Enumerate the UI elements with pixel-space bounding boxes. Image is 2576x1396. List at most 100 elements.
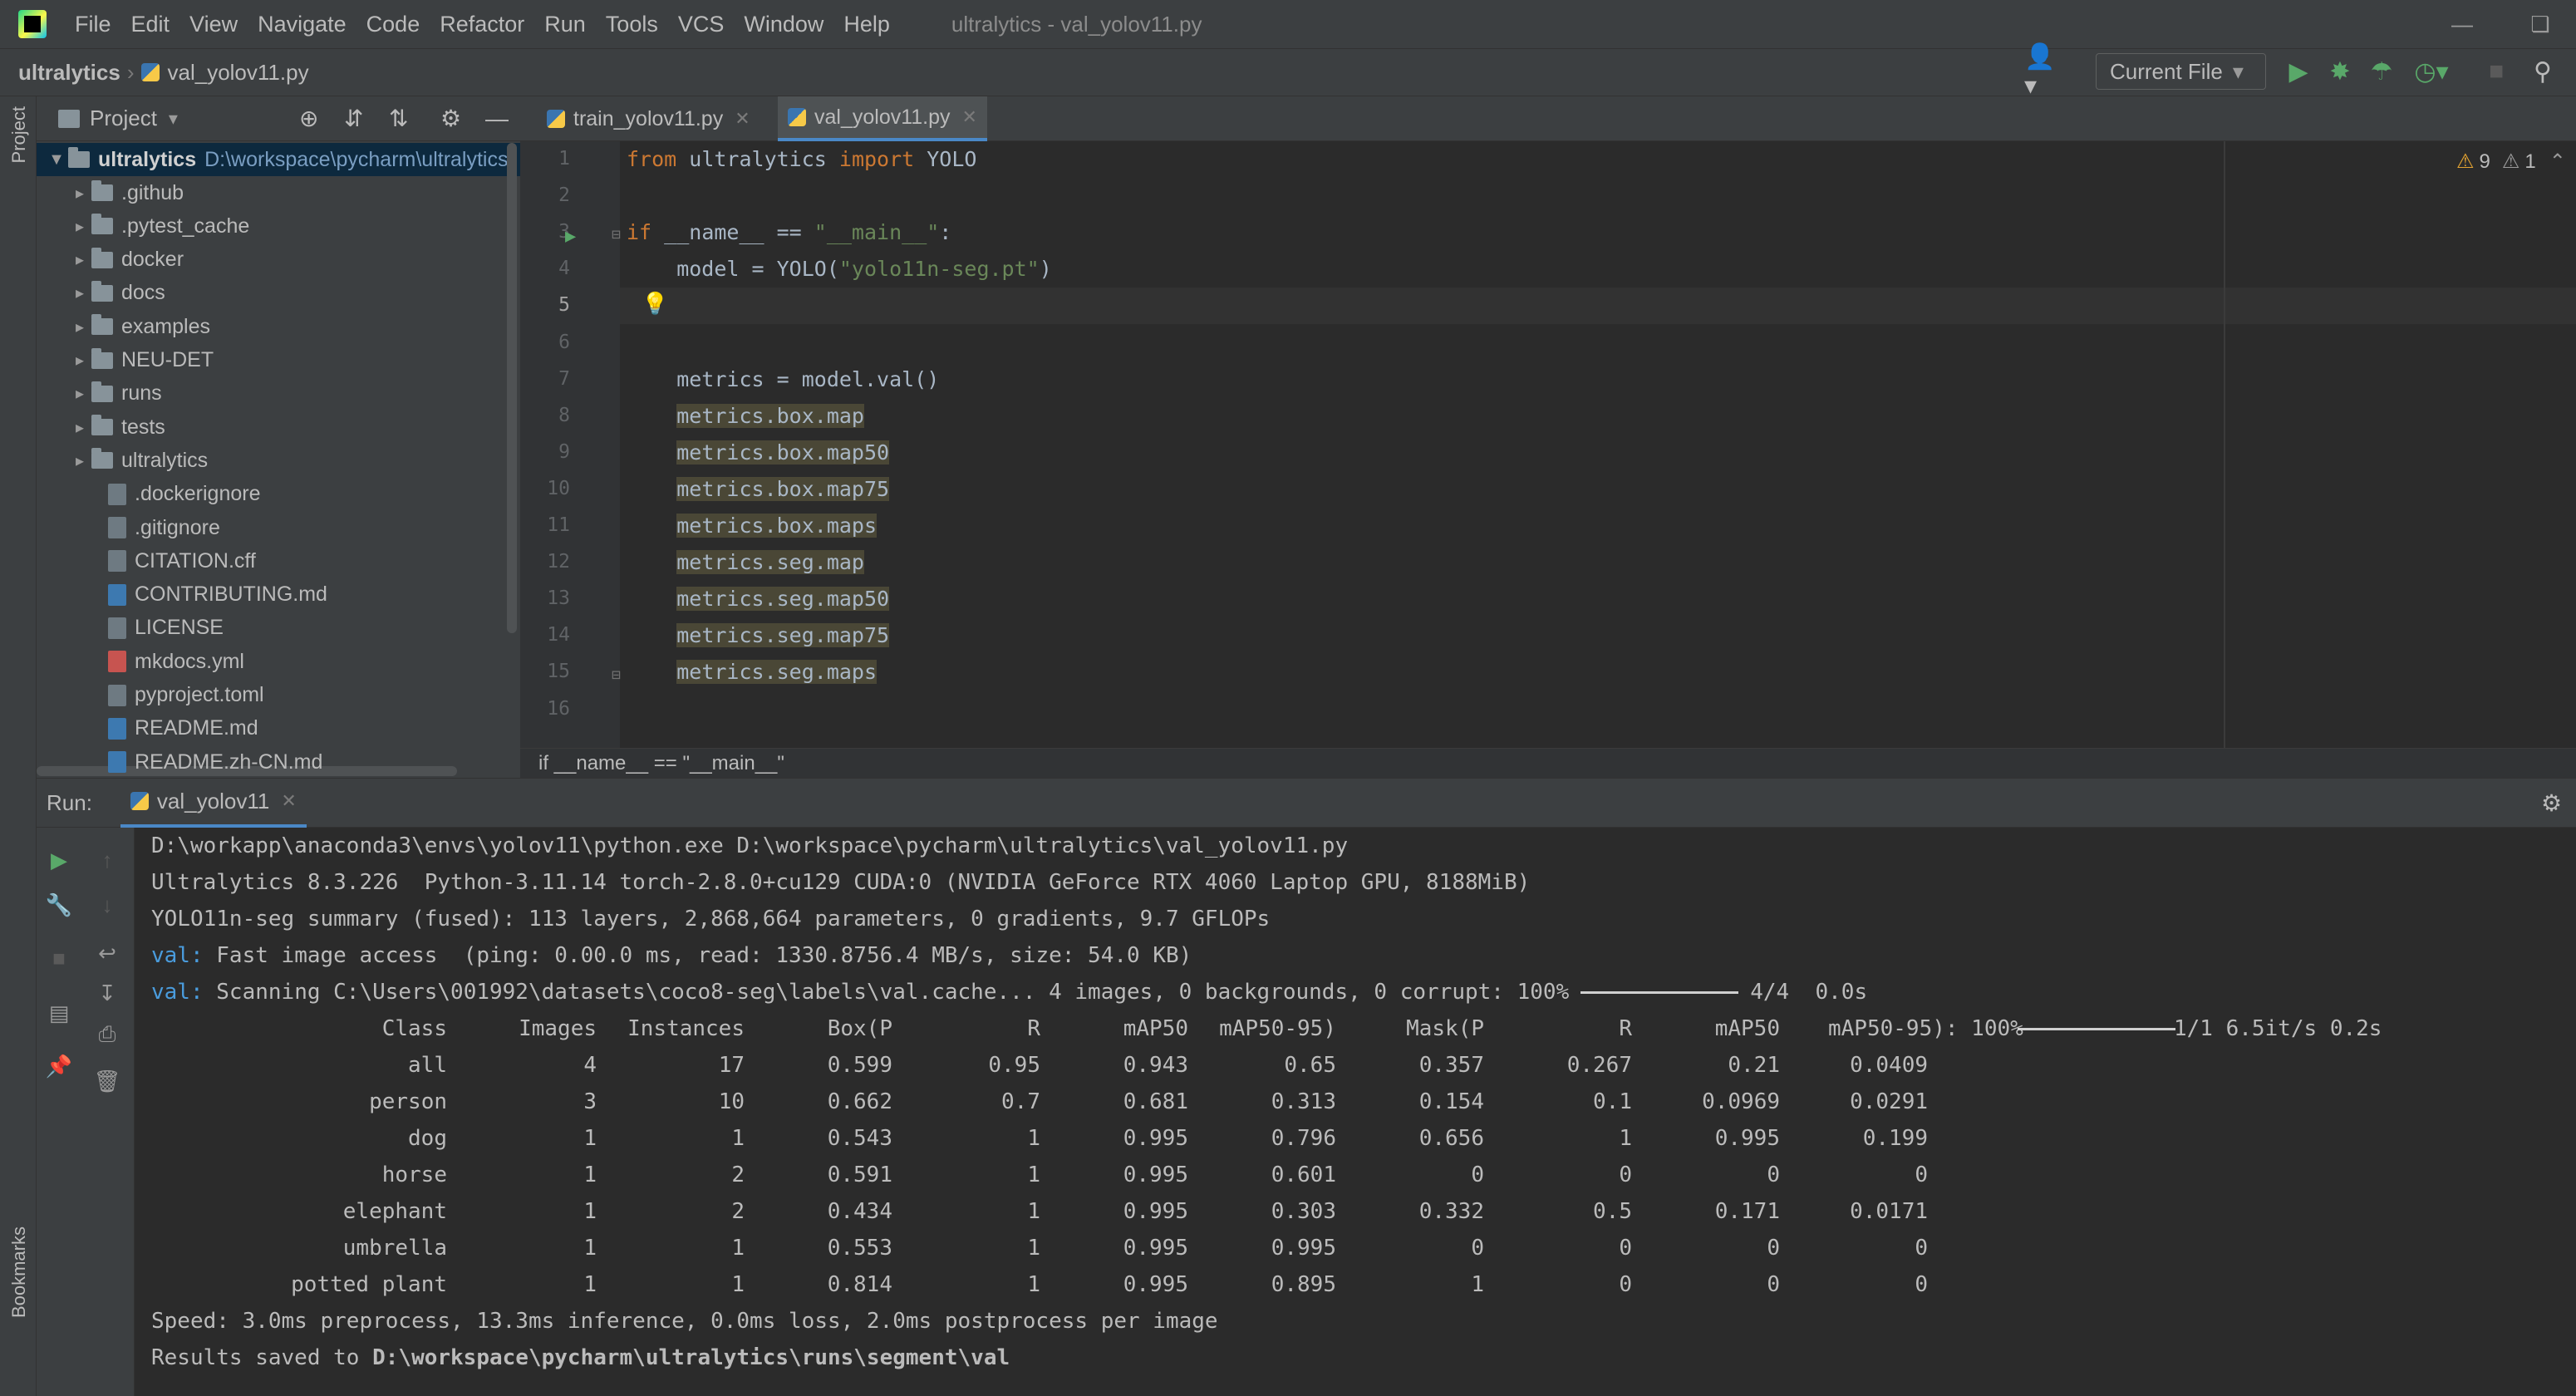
code-editor[interactable]: from ultralytics import YOLO if __name__ … [620,141,2576,748]
run-tab-val-yolov11[interactable]: val_yolov11 ✕ [120,778,307,828]
tree-folder-item[interactable]: ▸ NEU-DET [37,344,552,377]
chevron-right-icon[interactable]: ▸ [68,417,91,438]
project-tool-window-button[interactable]: Project [8,106,30,163]
tree-folder-item[interactable]: ▸ runs [37,377,552,410]
menu-tools[interactable]: Tools [596,12,668,37]
stop-icon[interactable]: ■ [45,944,73,972]
code-breadcrumb[interactable]: if __name__ == "__main__" [520,748,2576,778]
menu-refactor[interactable]: Refactor [430,12,534,37]
table-cell-value: 0.796 [1271,1126,1336,1151]
chevron-right-icon[interactable]: ▸ [68,216,91,237]
trash-icon[interactable]: 🗑 [93,1067,121,1095]
tree-file-item[interactable]: .gitignore [37,511,592,544]
user-account-icon[interactable]: 👤▾ [2024,43,2067,100]
search-icon[interactable]: ⚲ [2526,55,2559,88]
close-icon[interactable]: ✕ [962,106,977,128]
tree-file-item[interactable]: CONTRIBUTING.md [37,578,592,612]
menu-navigate[interactable]: Navigate [248,12,356,37]
debug-icon[interactable]: ✸ [2323,55,2357,88]
tree-file-item[interactable]: CITATION.cff [37,544,592,578]
collapse-all-icon[interactable]: ⇅ [389,105,408,132]
menu-vcs[interactable]: VCS [668,12,735,37]
tree-folder-item[interactable]: ▸ ultralytics [37,444,552,477]
tree-folder-item[interactable]: ▸ .github [37,176,552,209]
tree-file-item[interactable]: README.zh-CN.md [37,745,592,779]
chevron-right-icon[interactable]: ▸ [68,183,91,204]
scroll-to-end-icon[interactable]: ↧ [93,979,121,1007]
chevron-down-icon[interactable]: ▼ [45,150,68,170]
menu-code[interactable]: Code [356,12,430,37]
breadcrumb-file[interactable]: val_yolov11.py [168,60,309,86]
wrench-icon[interactable]: 🔧 [45,891,73,919]
profile-icon[interactable]: ◷▾ [2406,55,2456,88]
fold-icon[interactable]: ⊟ [612,666,621,684]
chevron-right-icon[interactable]: ▸ [68,249,91,270]
tree-file-item[interactable]: LICENSE [37,612,592,645]
close-icon[interactable]: ✕ [735,108,750,130]
locate-file-icon[interactable]: ⊕ [299,105,318,132]
tree-root-name: ultralytics [98,147,197,171]
run-console-output[interactable]: D:\workapp\anaconda3\envs\yolov11\python… [135,828,2576,1396]
tab-val-yolov11[interactable]: val_yolov11.py ✕ [778,96,987,141]
menu-edit[interactable]: Edit [121,12,180,37]
chevron-right-icon[interactable]: ▸ [68,317,91,337]
close-icon[interactable]: ✕ [281,790,296,812]
soft-wrap-icon[interactable]: ↩ [93,939,121,967]
lightbulb-icon[interactable]: 💡 [642,291,668,317]
arrow-up-icon[interactable]: ↑ [93,846,121,874]
menu-help[interactable]: Help [833,12,900,37]
val-prefix: val: [151,980,204,1005]
menu-view[interactable]: View [179,12,248,37]
table-cell-value: 0.995 [1714,1126,1780,1151]
gear-icon[interactable]: ⚙ [440,105,461,132]
fold-icon[interactable]: ⊟ [612,226,621,243]
run-configuration-select[interactable]: Current File ▾ [2096,53,2266,90]
restore-icon[interactable]: ❏ [2526,10,2554,38]
print-icon[interactable]: ⎙ [93,1020,121,1049]
table-cell-value: 0.591 [827,1163,892,1187]
tree-folder-item[interactable]: ▸ .pytest_cache [37,209,552,243]
console-line: Ultralytics 8.3.226 Python-3.11.14 torch… [151,870,1531,895]
minimize-icon[interactable]: — [2448,10,2476,38]
hide-panel-icon[interactable]: — [485,106,509,132]
line-number: 13 [547,587,570,610]
chevron-right-icon[interactable]: ▸ [68,383,91,404]
menu-run[interactable]: Run [534,12,596,37]
tree-file-item[interactable]: .dockerignore [37,478,592,511]
table-cell-value: 1 [1027,1236,1040,1261]
tab-train-yolov11[interactable]: train_yolov11.py ✕ [537,96,760,141]
project-panel-title[interactable]: Project [90,106,157,131]
tree-file-item[interactable]: pyproject.toml [37,679,592,712]
arrow-down-icon[interactable]: ↓ [93,891,121,919]
tree-root-ultralytics[interactable]: ▼ ultralytics D:\workspace\pycharm\ultra… [37,143,528,176]
chevron-right-icon[interactable]: ▸ [68,350,91,371]
tree-file-item[interactable]: README.md [37,712,592,745]
breadcrumb-project[interactable]: ultralytics [18,60,120,86]
run-gutter-icon[interactable]: ▶ [565,226,576,247]
stop-icon[interactable]: ■ [2480,55,2513,88]
pin-icon[interactable]: 📌 [45,1052,73,1080]
file-icon [108,751,126,774]
expand-all-icon[interactable]: ⇵ [344,105,363,132]
coverage-icon[interactable]: ☂ [2365,55,2398,88]
layout-icon[interactable]: ▤ [45,999,73,1027]
chevron-down-icon: ▾ [2232,58,2244,84]
tree-folder-item[interactable]: ▸ tests [37,410,552,444]
tree-folder-item[interactable]: ▸ docker [37,243,552,277]
rerun-icon[interactable]: ▶ [45,846,73,874]
chevron-up-icon[interactable]: ⌃ [2549,150,2566,174]
tree-file-item[interactable]: mkdocs.yml [37,645,592,678]
bookmarks-tool-window-button[interactable]: Bookmarks [8,1226,30,1318]
chevron-right-icon[interactable]: ▸ [68,450,91,471]
chevron-right-icon[interactable]: ▸ [68,283,91,303]
tree-folder-item[interactable]: ▸ examples [37,310,552,343]
console-line: D:\workapp\anaconda3\envs\yolov11\python… [151,833,1349,858]
chevron-down-icon[interactable]: ▾ [169,108,178,130]
run-icon[interactable]: ▶ [2282,55,2315,88]
menu-window[interactable]: Window [734,12,833,37]
code-token: : [939,220,952,245]
tree-folder-item[interactable]: ▸ docs [37,277,552,310]
inspection-widget[interactable]: ⚠ 9 ⚠ 1 ⌃ [2456,150,2566,174]
gear-icon[interactable]: ⚙ [2541,789,2562,817]
menu-file[interactable]: File [65,12,121,37]
